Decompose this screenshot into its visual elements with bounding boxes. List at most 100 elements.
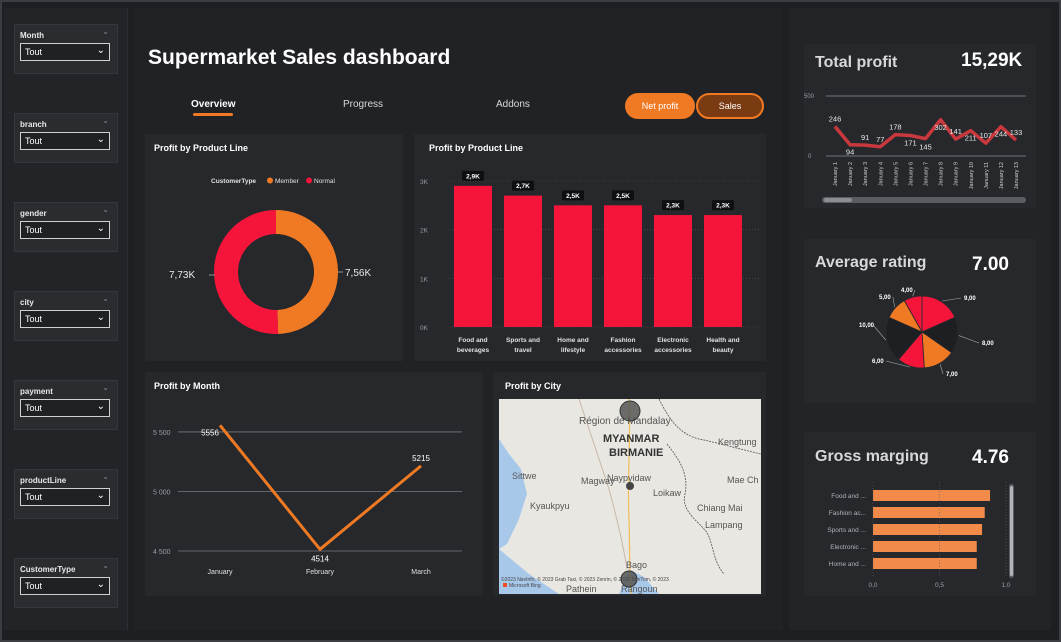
bar[interactable] bbox=[504, 195, 542, 327]
tp-data-label: 107 bbox=[980, 131, 993, 140]
bar-data-label: 2,5K bbox=[616, 193, 630, 200]
slicer-label: CustomerType bbox=[20, 565, 76, 574]
tp-xtick-label: January 3 bbox=[863, 162, 869, 186]
slicer-value: Tout bbox=[25, 581, 43, 591]
tab-addons[interactable]: Addons bbox=[496, 99, 530, 110]
tp-xtick-label: January 11 bbox=[984, 162, 990, 189]
gm-category-label: Fashion ac... bbox=[829, 510, 866, 517]
tp-data-label: 77 bbox=[876, 135, 884, 144]
map-label-country1: MYANMAR bbox=[603, 433, 659, 445]
bar-category-label: Home and bbox=[557, 337, 588, 344]
bar-category-label: lifestyle bbox=[561, 347, 586, 354]
slicer-gender: gender ⌄ Tout ⌄ bbox=[14, 202, 118, 252]
slicer-payment: payment ⌄ Tout ⌄ bbox=[14, 380, 118, 430]
legend-normal-label[interactable]: Normal bbox=[314, 178, 336, 185]
bar[interactable] bbox=[704, 215, 742, 327]
gm-category-label: Food and ... bbox=[831, 493, 866, 500]
bar-category-label: Sports and bbox=[506, 337, 540, 344]
donut-slice-normal[interactable] bbox=[214, 210, 279, 334]
map-title: Profit by City bbox=[505, 381, 562, 391]
slicer-dropdown[interactable]: Tout ⌄ bbox=[20, 221, 110, 239]
gm-bar[interactable] bbox=[873, 507, 985, 518]
chevron-down-icon[interactable]: ⌄ bbox=[102, 383, 109, 392]
tp-xtick-label: January 13 bbox=[1014, 162, 1020, 189]
total-profit-card: Total profit 15,29K 500 0 246 January 1 94 Ja… bbox=[804, 44, 1036, 208]
bar-data-label: 2,3K bbox=[666, 203, 680, 210]
map-bubble-naypyitaw[interactable] bbox=[626, 482, 634, 490]
bar[interactable] bbox=[554, 205, 592, 327]
slicer-value: Tout bbox=[25, 403, 43, 413]
donut-slice-member[interactable] bbox=[276, 210, 339, 334]
chevron-down-icon[interactable]: ⌄ bbox=[102, 472, 109, 481]
line-data-label: 5556 bbox=[201, 428, 219, 437]
map-bubble-mandalay[interactable] bbox=[619, 400, 641, 422]
tp-data-label: 302 bbox=[934, 123, 947, 132]
tp-xtick-label: January 4 bbox=[878, 162, 884, 186]
map-label-loikaw: Loikaw bbox=[653, 488, 682, 498]
tab-active-indicator bbox=[193, 113, 233, 116]
slicer-city: city ⌄ Tout ⌄ bbox=[14, 291, 118, 341]
dropdown-arrow-icon: ⌄ bbox=[96, 45, 105, 56]
slicer-label: payment bbox=[20, 387, 53, 396]
rating-leader-line bbox=[892, 296, 895, 308]
sales-button[interactable]: Sales bbox=[696, 93, 764, 119]
slicer-label: Month bbox=[20, 31, 44, 40]
tp-data-label: 178 bbox=[889, 123, 902, 132]
rating-data-label: 9,00 bbox=[964, 296, 976, 302]
bar-ytick-label: 2K bbox=[420, 228, 429, 235]
legend-member-label[interactable]: Member bbox=[275, 178, 300, 185]
chevron-down-icon[interactable]: ⌄ bbox=[102, 27, 109, 36]
bar-category-label: Health and bbox=[706, 337, 739, 344]
city-map[interactable]: Région de Mandalay MYANMAR BIRMANIE Keng… bbox=[499, 399, 761, 594]
chevron-down-icon[interactable]: ⌄ bbox=[102, 294, 109, 303]
line-xtick-label: February bbox=[306, 569, 335, 576]
tp-ytick-label: 0 bbox=[808, 154, 812, 160]
line-series[interactable] bbox=[218, 424, 422, 551]
page-title: Supermarket Sales dashboard bbox=[148, 46, 451, 69]
slicer-dropdown[interactable]: Tout ⌄ bbox=[20, 310, 110, 328]
bar[interactable] bbox=[604, 205, 642, 327]
slicer-dropdown[interactable]: Tout ⌄ bbox=[20, 132, 110, 150]
slicer-dropdown[interactable]: Tout ⌄ bbox=[20, 43, 110, 61]
donut-card: Profit by Product Line CustomerType Memb… bbox=[145, 134, 403, 361]
chevron-down-icon[interactable]: ⌄ bbox=[102, 116, 109, 125]
slicer-dropdown[interactable]: Tout ⌄ bbox=[20, 577, 110, 595]
tp-scrollbar-thumb[interactable] bbox=[824, 198, 852, 202]
total-profit-chart: 500 0 246 January 1 94 January 2 91 January 3 77… bbox=[804, 94, 1026, 203]
donut-legend-title: CustomerType bbox=[211, 178, 256, 185]
slicer-productline: productLine ⌄ Tout ⌄ bbox=[14, 469, 118, 519]
bar[interactable] bbox=[454, 185, 492, 327]
chevron-down-icon[interactable]: ⌄ bbox=[102, 561, 109, 570]
line-ytick-label: 5 000 bbox=[153, 489, 171, 496]
line-ytick-label: 5 500 bbox=[153, 430, 171, 437]
gm-bar[interactable] bbox=[873, 490, 991, 501]
bar-category-label: Fashion bbox=[611, 337, 636, 344]
gm-bar[interactable] bbox=[873, 524, 983, 535]
tab-overview[interactable]: Overview bbox=[191, 99, 235, 110]
bar[interactable] bbox=[654, 215, 692, 327]
gm-bar[interactable] bbox=[873, 558, 977, 569]
slicer-dropdown[interactable]: Tout ⌄ bbox=[20, 488, 110, 506]
bar-category-label: beauty bbox=[713, 347, 734, 354]
slicer-customertype: CustomerType ⌄ Tout ⌄ bbox=[14, 558, 118, 608]
map-label-kengtung: Kengtung bbox=[718, 437, 757, 447]
tp-data-label: 244 bbox=[995, 130, 1008, 139]
bar-data-label: 2,3K bbox=[716, 203, 730, 210]
gm-xtick-label: 0,5 bbox=[935, 582, 944, 589]
tp-xtick-label: January 12 bbox=[999, 162, 1005, 189]
gm-xtick-label: 0,0 bbox=[868, 582, 877, 589]
chevron-down-icon[interactable]: ⌄ bbox=[102, 205, 109, 214]
tp-data-label: 91 bbox=[861, 133, 869, 142]
line-xtick-label: March bbox=[411, 569, 431, 576]
line-chart: 4 500 5 000 5 500 5556 January 4514 February 52… bbox=[153, 424, 462, 576]
rating-leader-line bbox=[942, 297, 962, 302]
tp-scrollbar-track[interactable] bbox=[822, 197, 1026, 203]
slicer-dropdown[interactable]: Tout ⌄ bbox=[20, 399, 110, 417]
tab-progress[interactable]: Progress bbox=[343, 99, 383, 110]
tp-xtick-label: January 6 bbox=[908, 162, 914, 186]
net-profit-button[interactable]: Net profit bbox=[625, 93, 695, 119]
map-label-sittwe: Sittwe bbox=[512, 471, 537, 481]
dropdown-arrow-icon: ⌄ bbox=[96, 312, 105, 323]
gm-bar[interactable] bbox=[873, 541, 977, 552]
gm-scrollbar-thumb[interactable] bbox=[1010, 486, 1013, 576]
